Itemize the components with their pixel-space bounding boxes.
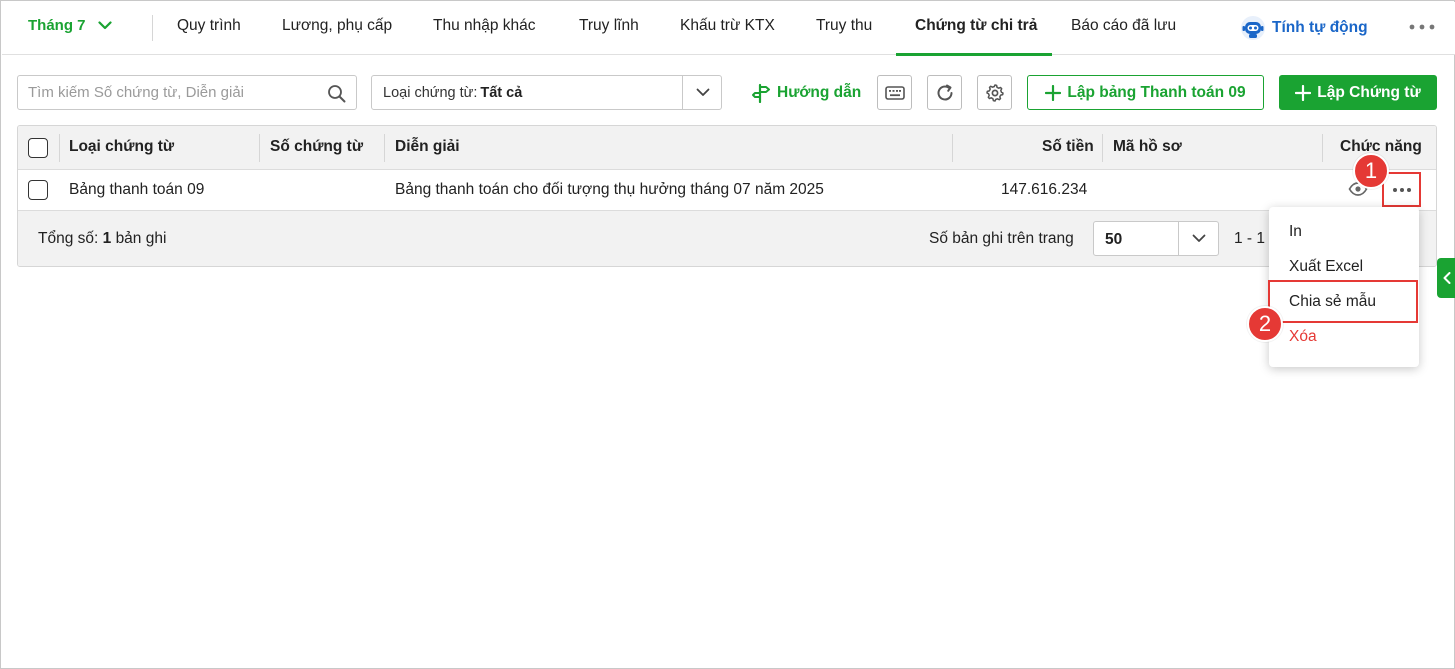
table-footer: Tổng số: 1 bản ghi Số bản ghi trên trang… xyxy=(18,211,1436,266)
voucher-table: Loại chứng từ Số chứng từ Diễn giải Số t… xyxy=(17,125,1437,267)
page-range: 1 - 1 xyxy=(1234,230,1266,247)
top-nav: Tháng 7 Quy trình Lương, phụ cấp Thu nhậ… xyxy=(2,2,1455,56)
table-row[interactable]: Bảng thanh toán 09 Bảng thanh toán cho đ… xyxy=(18,170,1436,211)
voucher-type-select[interactable]: Loại chứng từ: Tất cả xyxy=(371,75,722,110)
select-all-checkbox[interactable] xyxy=(28,138,48,158)
share-template-highlight xyxy=(1268,280,1418,323)
per-page-select[interactable]: 50 xyxy=(1093,221,1219,256)
robot-icon xyxy=(1241,16,1265,40)
menu-item-delete[interactable]: Xóa xyxy=(1289,328,1317,346)
app-frame: Tháng 7 Quy trình Lương, phụ cấp Thu nhậ… xyxy=(0,0,1455,669)
column-divider xyxy=(1102,134,1103,162)
gear-icon xyxy=(985,83,1004,102)
chevron-down-icon xyxy=(696,88,710,96)
tab-luong-phu-cap[interactable]: Lương, phụ cấp xyxy=(282,17,392,35)
more-horizontal-icon xyxy=(1392,187,1411,192)
tab-truy-linh[interactable]: Truy lĩnh xyxy=(579,17,639,35)
column-header-record-code[interactable]: Mã hồ sơ xyxy=(1113,138,1182,156)
guide-label: Hướng dẫn xyxy=(777,84,862,101)
chevron-down-icon xyxy=(1192,234,1206,242)
settings-button[interactable] xyxy=(977,75,1012,110)
voucher-type-value: Tất cả xyxy=(480,85,523,101)
tab-thu-nhap-khac[interactable]: Thu nhập khác xyxy=(433,17,536,35)
nav-divider xyxy=(152,15,153,41)
search-box xyxy=(17,75,357,110)
column-header-type[interactable]: Loại chứng từ xyxy=(69,138,174,156)
voucher-type-dropdown-toggle[interactable] xyxy=(682,76,722,109)
step-badge-2: 2 xyxy=(1247,306,1283,342)
column-divider xyxy=(952,134,953,162)
tab-truy-thu[interactable]: Truy thu xyxy=(816,17,872,35)
total-records: Tổng số: 1 bản ghi xyxy=(38,230,166,248)
auto-calc-label: Tính tự động xyxy=(1272,19,1368,36)
cell-description: Bảng thanh toán cho đối tượng thụ hưởng … xyxy=(395,181,824,198)
guide-button[interactable]: Hướng dẫn xyxy=(751,83,861,103)
tab-bao-cao-da-luu[interactable]: Báo cáo đã lưu xyxy=(1071,17,1176,35)
auto-calc-button[interactable]: Tính tự động xyxy=(1240,15,1368,41)
voucher-type-label: Loại chứng từ: xyxy=(383,85,478,101)
menu-item-export-excel[interactable]: Xuất Excel xyxy=(1289,258,1363,276)
tab-chung-tu-chi-tra[interactable]: Chứng từ chi trả xyxy=(915,17,1037,35)
active-tab-indicator xyxy=(896,53,1052,56)
voucher-type-filter: Loại chứng từ: Tất cả xyxy=(383,85,522,101)
keyboard-icon xyxy=(884,85,905,100)
column-header-number[interactable]: Số chứng từ xyxy=(270,138,363,156)
tab-khau-tru-ktx[interactable]: Khấu trừ KTX xyxy=(680,17,775,35)
menu-item-print[interactable]: In xyxy=(1289,223,1302,241)
create-voucher-label: Lập Chứng từ xyxy=(1317,83,1421,101)
month-selector[interactable]: Tháng 7 xyxy=(28,17,112,34)
column-header-actions: Chức năng xyxy=(1340,138,1422,155)
column-divider xyxy=(384,134,385,162)
chevron-down-icon xyxy=(97,21,112,30)
more-horizontal-icon[interactable] xyxy=(1408,18,1436,40)
column-header-amount[interactable]: Số tiền xyxy=(1042,138,1094,156)
step-badge-1: 1 xyxy=(1353,153,1389,189)
keyboard-shortcuts-button[interactable] xyxy=(877,75,912,110)
cell-amount: 147.616.234 xyxy=(1001,181,1088,198)
cell-type: Bảng thanh toán 09 xyxy=(69,181,205,198)
total-suffix: bản ghi xyxy=(115,230,167,247)
plus-icon xyxy=(1295,84,1312,101)
plus-icon xyxy=(1045,84,1062,101)
per-page-label: Số bản ghi trên trang xyxy=(929,230,1074,247)
table-header: Loại chứng từ Số chứng từ Diễn giải Số t… xyxy=(18,126,1436,170)
per-page-value: 50 xyxy=(1105,231,1123,248)
tab-quy-trinh[interactable]: Quy trình xyxy=(177,17,241,35)
refresh-icon xyxy=(937,84,952,100)
create-payment-table-label: Lập bảng Thanh toán 09 xyxy=(1067,83,1246,101)
chevron-left-icon xyxy=(1443,272,1450,284)
row-checkbox[interactable] xyxy=(28,180,48,200)
create-voucher-button[interactable]: Lập Chứng từ xyxy=(1279,75,1437,110)
create-payment-table-button[interactable]: Lập bảng Thanh toán 09 xyxy=(1027,75,1264,110)
side-panel-toggle[interactable] xyxy=(1437,258,1455,298)
column-divider xyxy=(59,134,60,162)
per-page-dropdown-toggle[interactable] xyxy=(1178,222,1218,255)
total-prefix: Tổng số: xyxy=(38,230,99,247)
search-input[interactable] xyxy=(18,76,308,109)
column-header-description[interactable]: Diễn giải xyxy=(395,138,460,156)
column-divider xyxy=(259,134,260,162)
month-label: Tháng 7 xyxy=(28,17,86,34)
total-count: 1 xyxy=(102,230,112,247)
search-icon[interactable] xyxy=(327,84,346,107)
column-divider xyxy=(1322,134,1323,162)
signpost-icon xyxy=(752,83,770,103)
refresh-button[interactable] xyxy=(927,75,962,110)
